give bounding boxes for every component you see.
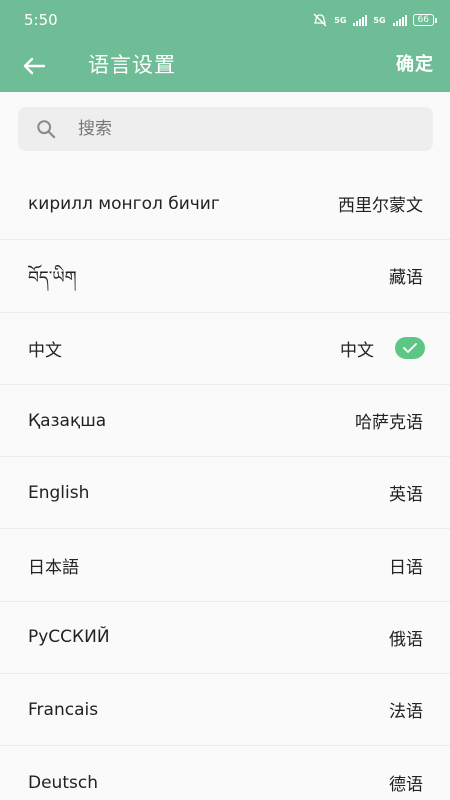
- signal-icon: [353, 14, 368, 26]
- language-chinese-name: 俄语: [389, 629, 423, 650]
- language-right: 西里尔蒙文: [338, 191, 423, 216]
- language-chinese-name: 中文: [340, 340, 374, 361]
- language-native-name: 中文: [28, 340, 62, 361]
- language-native-name: Қазақша: [28, 410, 107, 431]
- language-chinese-name: 英语: [389, 485, 423, 506]
- language-row[interactable]: བོད་ཡིག 藏语: [0, 240, 450, 313]
- language-chinese-name: 日语: [389, 557, 423, 578]
- status-time: 5:50: [24, 11, 58, 29]
- language-right: 哈萨克语: [355, 408, 423, 433]
- language-native-name: English: [28, 482, 90, 503]
- language-row[interactable]: Қазақша 哈萨克语: [0, 385, 450, 458]
- language-row[interactable]: Francais 法语: [0, 674, 450, 747]
- language-right: 法语: [389, 697, 423, 722]
- language-right: 俄语: [389, 625, 423, 650]
- search-input[interactable]: [78, 109, 398, 149]
- confirm-button[interactable]: 确定: [396, 40, 434, 92]
- arrow-left-icon: [23, 57, 45, 75]
- language-right: 日语: [389, 553, 423, 578]
- app-bar: 5:50 5G 5G 66 语言设置 确定: [0, 0, 450, 92]
- language-native-name: Francais: [28, 699, 99, 720]
- toolbar: 语言设置 确定: [0, 40, 450, 92]
- status-icons: 5G 5G 66: [312, 13, 438, 27]
- language-row[interactable]: 日本語 日语: [0, 529, 450, 602]
- language-list: кирилл монгол бичиг 西里尔蒙文 བོད་ཡིག 藏语 中文 …: [0, 168, 450, 800]
- page-title: 语言设置: [88, 53, 176, 77]
- search-bar[interactable]: [18, 107, 433, 151]
- language-native-name: Deutsch: [28, 772, 98, 793]
- network-type-2: 5G: [373, 15, 386, 25]
- language-row[interactable]: English 英语: [0, 457, 450, 530]
- mute-bell-icon: [313, 13, 327, 27]
- language-row[interactable]: РуССКИЙ 俄语: [0, 602, 450, 675]
- checkmark-icon: [395, 337, 425, 360]
- language-chinese-name: 德语: [389, 775, 423, 796]
- language-chinese-name: 法语: [389, 702, 423, 723]
- signal-icon: [392, 14, 407, 26]
- language-native-name: 日本語: [28, 557, 79, 578]
- search-icon: [36, 119, 56, 139]
- language-chinese-name: 藏语: [389, 268, 423, 289]
- language-chinese-name: 哈萨克语: [355, 413, 423, 434]
- language-right: 藏语: [389, 263, 423, 288]
- network-type-1: 5G: [334, 15, 347, 25]
- back-button[interactable]: [18, 50, 50, 82]
- status-bar: 5:50 5G 5G 66: [0, 0, 450, 40]
- language-right: 英语: [389, 480, 423, 505]
- language-native-name: РуССКИЙ: [28, 627, 110, 648]
- language-row-selected[interactable]: 中文 中文: [0, 313, 450, 385]
- language-right: 德语: [389, 770, 423, 795]
- language-native-name: кирилл монгол бичиг: [28, 193, 220, 214]
- battery-icon: 66: [412, 14, 438, 26]
- language-chinese-name: 西里尔蒙文: [338, 196, 423, 217]
- language-row[interactable]: кирилл монгол бичиг 西里尔蒙文: [0, 168, 450, 241]
- language-row[interactable]: Deutsch 德语: [0, 746, 450, 800]
- language-right: 中文: [340, 336, 425, 361]
- language-native-name: བོད་ཡིག: [28, 268, 77, 289]
